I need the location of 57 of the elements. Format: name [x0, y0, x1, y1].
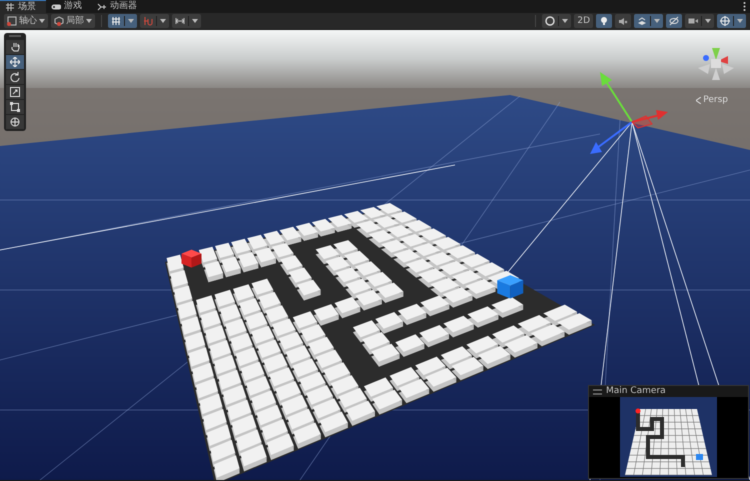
toolbar-button[interactable] — [172, 14, 201, 28]
branch-icon — [97, 2, 107, 12]
speaker-icon — [618, 16, 628, 26]
toolbar-button[interactable] — [717, 14, 746, 28]
tab[interactable]: 场景 — [0, 0, 46, 13]
toolbar-button[interactable] — [685, 14, 714, 28]
caret-icon — [654, 19, 660, 23]
menu-icon[interactable] — [593, 388, 602, 394]
tool-button[interactable] — [6, 85, 24, 99]
magnet-icon — [143, 16, 153, 26]
cube-icon — [54, 16, 64, 26]
chevron-left-icon — [696, 97, 702, 104]
tool-button[interactable] — [6, 55, 24, 69]
caret-icon — [39, 19, 45, 23]
move-icon — [10, 57, 20, 67]
toolbar-button[interactable] — [596, 14, 612, 28]
tab[interactable]: 游戏 — [46, 0, 92, 13]
arrows-icon — [175, 16, 185, 26]
scale-icon — [10, 87, 20, 97]
toolbar-button[interactable] — [666, 14, 682, 28]
caret-icon — [128, 19, 134, 23]
caret-icon — [562, 19, 568, 23]
rect-tool-icon — [10, 102, 20, 112]
projection-toggle[interactable]: Persp — [696, 94, 728, 108]
rotate-icon — [10, 72, 20, 82]
toolbar-button[interactable]: 轴心 — [4, 14, 48, 28]
toolbar-button[interactable] — [542, 14, 572, 28]
toolbar-button[interactable] — [140, 14, 169, 28]
toolbar-button[interactable]: 局部 — [51, 14, 95, 28]
goal-cube — [497, 275, 524, 298]
tool-button[interactable] — [6, 40, 24, 54]
toolbar-button[interactable]: 2D — [574, 14, 593, 28]
grid-icon — [5, 2, 15, 12]
tool-button[interactable] — [6, 115, 24, 129]
start-cube — [181, 250, 202, 268]
crosshair-icon — [720, 16, 730, 26]
tool-button[interactable] — [6, 70, 24, 84]
hand-icon — [10, 42, 20, 52]
toolbar-button[interactable] — [108, 14, 137, 28]
camera-icon — [688, 16, 698, 26]
layers-icon — [637, 16, 647, 26]
more-icon[interactable] — [743, 2, 746, 11]
tab[interactable]: 动画器 — [92, 0, 147, 13]
caret-icon — [160, 19, 166, 23]
toolbar-button[interactable] — [634, 14, 663, 28]
caret-icon — [86, 19, 92, 23]
pivot-icon — [7, 16, 17, 26]
caret-icon — [192, 19, 198, 23]
caret-icon — [705, 19, 711, 23]
lightbulb-icon — [599, 16, 609, 26]
transform-icon — [10, 117, 20, 127]
eye-icon — [669, 16, 679, 26]
camera-title: Main Camera — [606, 387, 666, 396]
sphere-icon — [545, 16, 556, 26]
tool-button[interactable] — [6, 100, 24, 114]
grid-icon — [111, 16, 121, 26]
caret-icon — [737, 19, 743, 23]
